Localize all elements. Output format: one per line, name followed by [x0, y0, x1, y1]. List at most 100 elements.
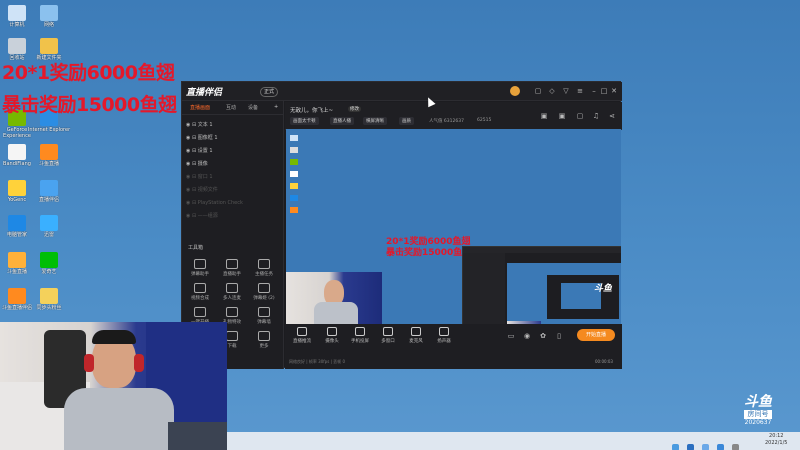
app-icon: [40, 180, 58, 196]
chip-0[interactable]: 画面太卡顿: [290, 117, 319, 125]
desktop-icon[interactable]: 爱奇艺: [27, 252, 71, 275]
desktop-icon-label: 网络: [43, 22, 54, 28]
source-item[interactable]: ◉ ⊟ 图像框 1: [186, 134, 280, 143]
chip-1[interactable]: 直播人播: [330, 117, 354, 125]
phone-icon[interactable]: ▯: [555, 332, 563, 340]
headset-left: [84, 354, 94, 372]
message-icon[interactable]: ▢: [534, 87, 542, 95]
app-icon: [40, 252, 58, 268]
tool-button[interactable]: 主播任务: [249, 259, 279, 277]
source-item[interactable]: ◉ ⊟ 摄像: [186, 160, 280, 169]
desktop-icon-label: 爱奇艺: [41, 269, 57, 275]
preview-watermark: 斗鱼: [594, 284, 613, 294]
tool-button[interactable]: 直播助手: [217, 259, 247, 277]
tab-live-scene[interactable]: 直播画面: [190, 104, 210, 111]
share-link-icon[interactable]: ⋖: [608, 112, 616, 120]
tray-app-icon[interactable]: [702, 444, 710, 450]
source-item[interactable]: ◉ ⊟ ——组源: [186, 212, 280, 221]
desktop-icon[interactable]: 直播伴侣: [27, 180, 71, 203]
desktop-icon[interactable]: 网络: [27, 5, 71, 28]
tray-app-icon[interactable]: [717, 444, 725, 450]
source-item[interactable]: ◉ ⊟ PlayStation Check: [186, 199, 280, 208]
tool-label: 弹幕姬 (2): [253, 296, 275, 301]
bottom-action-button[interactable]: 手机投屏: [347, 327, 373, 344]
menu-icon[interactable]: ≡: [576, 87, 584, 95]
edit-title-button[interactable]: 修改: [348, 106, 361, 112]
visibility-icon[interactable]: ◉ ⊟: [186, 122, 198, 128]
record-icon[interactable]: ▭: [507, 332, 515, 340]
preview-overlay-line2: 暴击奖励15000鱼翅: [386, 248, 472, 258]
share-icon[interactable]: ▣: [558, 112, 566, 120]
speaker-icon[interactable]: [732, 444, 740, 450]
bottom-action-button[interactable]: 直播推流: [289, 327, 315, 344]
tool-button[interactable]: 视频合成: [185, 283, 215, 301]
preview-overlay-line1: 20*1奖励6000鱼翅: [386, 237, 471, 247]
settings-icon[interactable]: ✿: [539, 332, 547, 340]
gift-icon[interactable]: ◇: [548, 87, 556, 95]
minimize-icon[interactable]: –: [590, 87, 598, 95]
bottom-action-button[interactable]: 麦克风: [403, 327, 429, 344]
bottom-action-button[interactable]: 多窗口: [375, 327, 401, 344]
bell-icon[interactable]: ♫: [592, 112, 600, 120]
tray-app-icon[interactable]: [672, 444, 679, 450]
source-name: 窗口 1: [197, 174, 213, 180]
maximize-icon[interactable]: □: [600, 87, 608, 95]
chip-3[interactable]: 画质: [399, 117, 414, 125]
tool-button[interactable]: 多人连麦: [217, 283, 247, 301]
bottom-action-button[interactable]: 扬声器: [431, 327, 457, 344]
desktop-icon[interactable]: 同步头粉丝: [27, 288, 71, 311]
source-item[interactable]: ◉ ⊟ 设置 1: [186, 147, 280, 156]
tool-button[interactable]: 弹幕助手: [185, 259, 215, 277]
source-item[interactable]: ◉ ⊟ 视频文件: [186, 186, 280, 195]
action-icon: [439, 327, 449, 336]
desktop-icon-label: 斗鱼直播: [38, 161, 59, 167]
live-preview[interactable]: 20*1奖励6000鱼翅 暴击奖励15000鱼翅 斗鱼: [286, 129, 621, 324]
tray-icons: [672, 436, 752, 450]
close-icon[interactable]: ✕: [610, 87, 618, 95]
desktop-icon-label: 直播伴侣: [38, 197, 59, 203]
visibility-icon[interactable]: ◉ ⊟: [186, 148, 198, 154]
overlay-text-line1: 20*1奖励6000鱼翅: [2, 62, 175, 84]
visibility-icon[interactable]: ◉ ⊟: [186, 174, 198, 180]
action-icon: [297, 327, 307, 336]
tab-interaction[interactable]: 互动: [226, 104, 236, 111]
app-icon: [8, 252, 26, 268]
lock-icon[interactable]: ▢: [576, 112, 584, 120]
app-icon: [40, 5, 58, 21]
app-icon: [40, 215, 58, 231]
source-name: PlayStation Check: [197, 200, 243, 206]
app-icon: [8, 180, 26, 196]
visibility-icon[interactable]: ◉ ⊟: [186, 135, 198, 141]
source-item[interactable]: ◉ ⊟ 文本 1: [186, 121, 280, 130]
bottom-action-button[interactable]: 摄像头: [319, 327, 345, 344]
avatar[interactable]: [510, 86, 520, 96]
chip-2[interactable]: 横屏清晰: [363, 117, 387, 125]
tool-button[interactable]: 更多: [249, 331, 279, 349]
tool-icon: [258, 307, 270, 317]
app-icon: [40, 288, 58, 304]
desktop-icon-label: 迅雷: [43, 232, 54, 238]
tool-button[interactable]: 弹幕墙: [249, 307, 279, 325]
stream-timer: 00:00:03: [595, 359, 613, 364]
preview-webcam: [286, 272, 382, 324]
visibility-icon[interactable]: ◉ ⊟: [186, 213, 198, 219]
visibility-icon[interactable]: ◉ ⊟: [186, 187, 198, 193]
streaming-app-window: 直播伴侣 正式 ▢ ◇ ▽ ≡ – □ ✕ 直播画面 互动 设备 + ◉ ⊟ 文…: [181, 81, 622, 369]
version-badge[interactable]: 正式: [260, 87, 279, 97]
desktop-icon[interactable]: 斗鱼直播: [27, 144, 71, 167]
skin-icon[interactable]: ▽: [562, 87, 570, 95]
tab-devices[interactable]: 设备: [248, 104, 258, 111]
visibility-icon[interactable]: ◉ ⊟: [186, 161, 198, 167]
add-source-icon[interactable]: +: [274, 104, 278, 110]
desktop-icon[interactable]: 迅雷: [27, 215, 71, 238]
start-stream-button[interactable]: 开始直播: [577, 329, 615, 341]
streamer-shirt: [64, 388, 174, 450]
tool-button[interactable]: 弹幕姬 (2): [249, 283, 279, 301]
source-item[interactable]: ◉ ⊟ 窗口 1: [186, 173, 280, 182]
tray-app-icon[interactable]: [687, 444, 695, 450]
clock[interactable]: 20:12 2022/1/5: [765, 433, 787, 447]
visibility-icon[interactable]: ◉ ⊟: [186, 200, 198, 206]
layout-icon[interactable]: ▣: [540, 112, 548, 120]
douyu-watermark: 斗鱼 房间号 2020637: [744, 395, 772, 427]
eye-icon[interactable]: ◉: [523, 332, 531, 340]
